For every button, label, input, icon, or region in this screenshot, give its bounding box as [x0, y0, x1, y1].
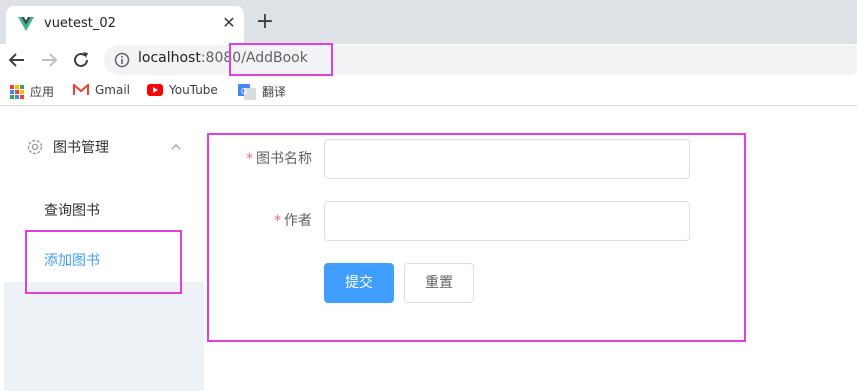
gmail-icon — [73, 84, 89, 95]
url-host: localhost — [138, 50, 201, 66]
bookmarks-bar: 应用 Gmail YouTube G 翻译 — [0, 76, 857, 106]
bookmark-gmail[interactable]: Gmail — [73, 83, 130, 97]
tab-title: vuetest_02 — [44, 16, 116, 31]
highlight-box-add-book-menu — [25, 230, 182, 294]
forward-icon[interactable] — [38, 49, 60, 71]
bookmark-youtube[interactable]: YouTube — [147, 83, 218, 97]
bookmark-translate[interactable]: G 翻译 — [238, 83, 286, 100]
youtube-icon — [147, 84, 163, 96]
highlight-box-url-path — [229, 43, 333, 76]
translate-icon: G — [238, 83, 256, 100]
tab-strip: vuetest_02 ✕ + — [0, 0, 857, 44]
vue-logo-icon — [18, 17, 34, 31]
gear-icon — [27, 139, 43, 155]
bookmark-label: 翻译 — [262, 85, 287, 99]
submenu-label: 图书管理 — [53, 140, 109, 156]
bookmark-label: 应用 — [30, 85, 55, 99]
new-tab-icon[interactable]: + — [255, 11, 275, 33]
reload-icon[interactable] — [70, 49, 92, 71]
info-icon[interactable] — [114, 52, 130, 68]
apps-grid-icon — [10, 84, 24, 99]
bookmark-label: Gmail — [95, 83, 131, 97]
svg-text:G: G — [241, 87, 247, 96]
browser-toolbar: localhost:8080/AddBook — [0, 44, 857, 76]
browser-tab[interactable]: vuetest_02 ✕ — [6, 6, 244, 44]
chevron-up-icon[interactable] — [170, 141, 182, 153]
menu-item-query-books[interactable]: 查询图书 — [4, 191, 204, 231]
address-bar[interactable]: localhost:8080/AddBook — [104, 45, 857, 75]
back-icon[interactable] — [6, 49, 28, 71]
submenu-book-management[interactable]: 图书管理 — [4, 130, 204, 164]
tab-close-icon[interactable]: ✕ — [220, 14, 238, 32]
highlight-box-form — [207, 133, 746, 342]
bookmark-apps[interactable]: 应用 — [10, 83, 54, 100]
bookmark-label: YouTube — [169, 83, 218, 97]
